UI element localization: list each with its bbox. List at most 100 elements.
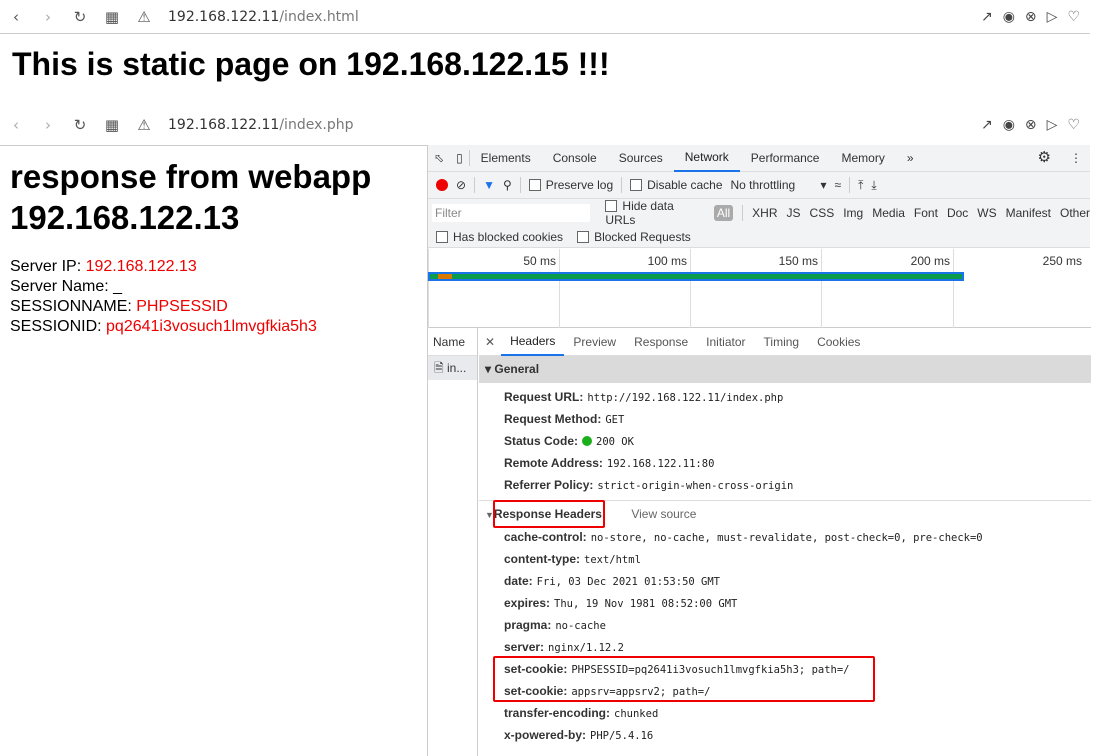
filter-input[interactable]: Filter [432,203,591,222]
inspect-icon[interactable]: ⬁ [428,145,450,171]
type-doc[interactable]: Doc [947,206,968,220]
tab-headers[interactable]: Headers [501,328,565,356]
general-section-header[interactable]: ▾ General [479,356,1091,383]
type-js[interactable]: JS [787,206,801,220]
block-icon[interactable]: ⊗ [1025,9,1037,25]
tab-response[interactable]: Response [625,329,697,355]
send-icon[interactable]: ▷ [1047,117,1058,133]
key: Request URL: [504,390,584,404]
tab-cookies[interactable]: Cookies [808,329,869,355]
type-xhr[interactable]: XHR [752,206,777,220]
apps-icon[interactable]: ▦ [96,116,128,134]
blocked-requests-checkbox[interactable]: Blocked Requests [577,230,691,244]
label: Disable cache [647,178,723,192]
session-id: SESSIONID: pq2641i3vosuch1lmvgfkia5h3 [10,317,420,337]
back-icon[interactable]: ‹ [0,116,32,134]
divider [519,177,521,193]
tick-label: 50 ms [523,254,556,268]
key: expires: [504,596,551,610]
url-host: 192.168.122.11 [168,117,280,133]
block-icon[interactable]: ⊗ [1025,117,1037,133]
reload-icon[interactable]: ↻ [64,8,96,26]
device-icon[interactable]: ▯ [450,145,469,171]
key: Request Method: [504,412,602,426]
send-icon[interactable]: ▷ [1047,9,1058,25]
warning-icon[interactable]: ⚠ [128,8,160,26]
label: Blocked Requests [594,229,691,244]
header-row: content-type: text/html [479,548,1091,570]
heading-line: response from webapp [10,158,372,195]
back-icon[interactable]: ‹ [0,8,32,26]
header-row: Status Code: 200 OK [479,430,1091,452]
import-icon[interactable]: ⤒ [858,178,863,193]
disable-cache-checkbox[interactable]: Disable cache [630,178,723,192]
record-icon[interactable] [436,179,448,191]
key: Remote Address: [504,456,603,470]
divider [474,177,476,193]
webapp-page: response from webapp 192.168.122.13 Serve… [10,156,420,337]
type-css[interactable]: CSS [810,206,835,220]
heart-icon[interactable]: ♡ [1067,117,1080,133]
camera-icon[interactable]: ◉ [1003,9,1015,25]
request-row[interactable]: 🗎 in... [428,356,477,380]
more-menu-icon[interactable]: ⋮ [1062,145,1090,171]
label: SESSIONNAME: [10,298,137,315]
type-all[interactable]: All [713,204,734,221]
heart-icon[interactable]: ♡ [1067,9,1080,25]
url-path: /index.php [279,117,354,133]
type-ws[interactable]: WS [977,206,996,220]
forward-icon[interactable]: › [32,116,64,134]
camera-icon[interactable]: ◉ [1003,117,1015,133]
header-row: date: Fri, 03 Dec 2021 01:53:50 GMT [479,570,1091,592]
response-headers-section-header[interactable]: ▼Response Headers View source [479,500,1091,528]
tab-elements[interactable]: Elements [470,145,542,171]
forward-icon[interactable]: › [32,8,64,26]
close-icon[interactable]: ✕ [479,329,501,355]
highlight-box [493,656,875,702]
throttling-select[interactable]: No throttling ▾ [731,178,827,192]
network-conditions-icon[interactable]: ≈ [835,178,842,192]
share-icon[interactable]: ↗ [981,9,993,25]
type-font[interactable]: Font [914,206,938,220]
filter-icon[interactable]: ▼ [483,178,495,192]
tab-timing[interactable]: Timing [755,329,809,355]
preserve-log-checkbox[interactable]: Preserve log [528,178,613,192]
divider [0,145,427,146]
clear-icon[interactable]: ⊘ [456,178,466,192]
timeline-tick: 50 ms [428,249,559,328]
type-other[interactable]: Other [1060,206,1090,220]
reload-icon[interactable]: ↻ [64,116,96,134]
type-img[interactable]: Img [843,206,863,220]
value: strict-origin-when-cross-origin [597,480,794,492]
waterfall-overview[interactable]: 50 ms 100 ms 150 ms 200 ms 250 ms [428,249,1091,328]
share-icon[interactable]: ↗ [981,117,993,133]
address-bar[interactable]: 192.168.122.11/index.html [168,9,359,25]
more-tabs-icon[interactable]: » [896,145,925,171]
type-media[interactable]: Media [872,206,905,220]
tab-preview[interactable]: Preview [564,329,625,355]
address-bar[interactable]: 192.168.122.11/index.php [168,117,353,133]
key: Status Code: [504,434,579,448]
apps-icon[interactable]: ▦ [96,8,128,26]
tab-sources[interactable]: Sources [608,145,674,171]
tab-console[interactable]: Console [542,145,608,171]
search-icon[interactable]: ⚲ [503,178,512,192]
settings-icon[interactable]: ⚙ [1027,145,1062,171]
tab-memory[interactable]: Memory [830,145,895,171]
timeline-tick: 150 ms [690,249,821,328]
warning-icon[interactable]: ⚠ [128,116,160,134]
tab-network[interactable]: Network [673,144,740,172]
devtools-panel: ⬁ ▯ Elements Console Sources Network Per… [427,144,1091,756]
value: GET [605,414,625,426]
view-source-link[interactable]: View source [631,507,696,521]
name-column-header[interactable]: Name [428,328,477,356]
tab-performance[interactable]: Performance [740,145,831,171]
header-row: pragma: no-cache [479,614,1091,636]
tab-initiator[interactable]: Initiator [697,329,754,355]
key: Referrer Policy: [504,478,594,492]
request-list: Name 🗎 in... [428,328,478,756]
type-manifest[interactable]: Manifest [1006,206,1051,220]
has-blocked-cookies-checkbox[interactable]: Has blocked cookies [436,230,563,244]
export-icon[interactable]: ⤓ [871,178,876,193]
hide-data-urls-checkbox[interactable]: Hide data URLs [605,199,704,227]
